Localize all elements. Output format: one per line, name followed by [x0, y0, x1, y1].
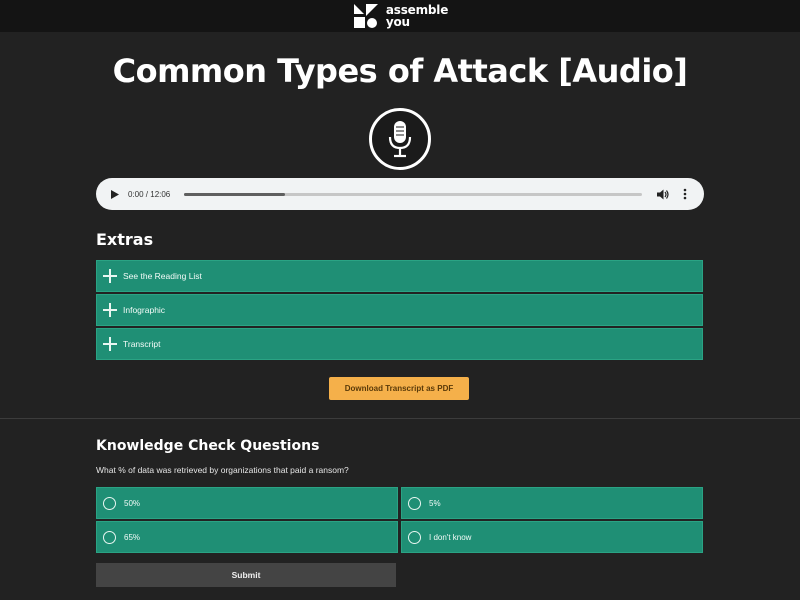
radio-empty-icon[interactable] — [408, 530, 421, 544]
radio-empty-icon[interactable] — [103, 530, 116, 544]
accordion-reading-list[interactable]: See the Reading List — [96, 260, 703, 292]
accordion-transcript[interactable]: Transcript — [96, 328, 703, 360]
section-divider — [0, 418, 800, 419]
answer-option-50[interactable]: 50% — [96, 487, 398, 519]
audio-player[interactable]: 0:00 / 12:06 — [96, 178, 704, 210]
plus-icon — [103, 303, 117, 317]
play-button[interactable] — [108, 187, 122, 201]
volume-icon — [657, 189, 669, 199]
microphone-icon — [388, 121, 412, 158]
volume-button[interactable] — [656, 187, 670, 201]
plus-icon — [103, 269, 117, 283]
answer-option-dont-know[interactable]: I don't know — [401, 521, 703, 553]
answer-label: 5% — [429, 498, 441, 508]
answer-label: I don't know — [429, 532, 472, 542]
play-icon — [111, 189, 119, 199]
knowledge-check-heading: Knowledge Check Questions — [96, 438, 320, 454]
download-transcript-button[interactable]: Download Transcript as PDF — [329, 377, 469, 400]
extras-heading: Extras — [96, 230, 154, 249]
accordion-label: Transcript — [123, 339, 161, 349]
answer-label: 65% — [124, 532, 141, 542]
answer-option-5[interactable]: 5% — [401, 487, 703, 519]
accordion-label: Infographic — [123, 305, 166, 315]
question-text: What % of data was retrieved by organiza… — [96, 465, 349, 475]
accordion-infographic[interactable]: Infographic — [96, 294, 703, 326]
assembleyou-logo-icon — [353, 4, 378, 28]
page-title: Common Types of Attack [Audio] — [112, 52, 688, 90]
radio-empty-icon[interactable] — [408, 496, 421, 510]
more-options-button[interactable] — [678, 187, 692, 201]
top-bar: assemble you — [0, 0, 800, 32]
brand-line-2: you — [385, 15, 410, 29]
audio-time: 0:00 / 12:06 — [128, 189, 171, 199]
seek-bar-progress — [184, 192, 285, 196]
more-vertical-icon — [683, 188, 687, 200]
brand-logo[interactable]: assemble you — [352, 2, 448, 30]
plus-icon — [103, 337, 117, 351]
accordion-label: See the Reading List — [123, 271, 202, 281]
answer-option-65[interactable]: 65% — [96, 521, 398, 553]
answer-label: 50% — [124, 498, 141, 508]
submit-button[interactable]: Submit — [96, 563, 396, 587]
brand-text: assemble you — [386, 4, 448, 28]
microphone-badge — [369, 108, 431, 170]
seek-bar[interactable] — [184, 192, 642, 196]
radio-empty-icon[interactable] — [103, 496, 116, 510]
